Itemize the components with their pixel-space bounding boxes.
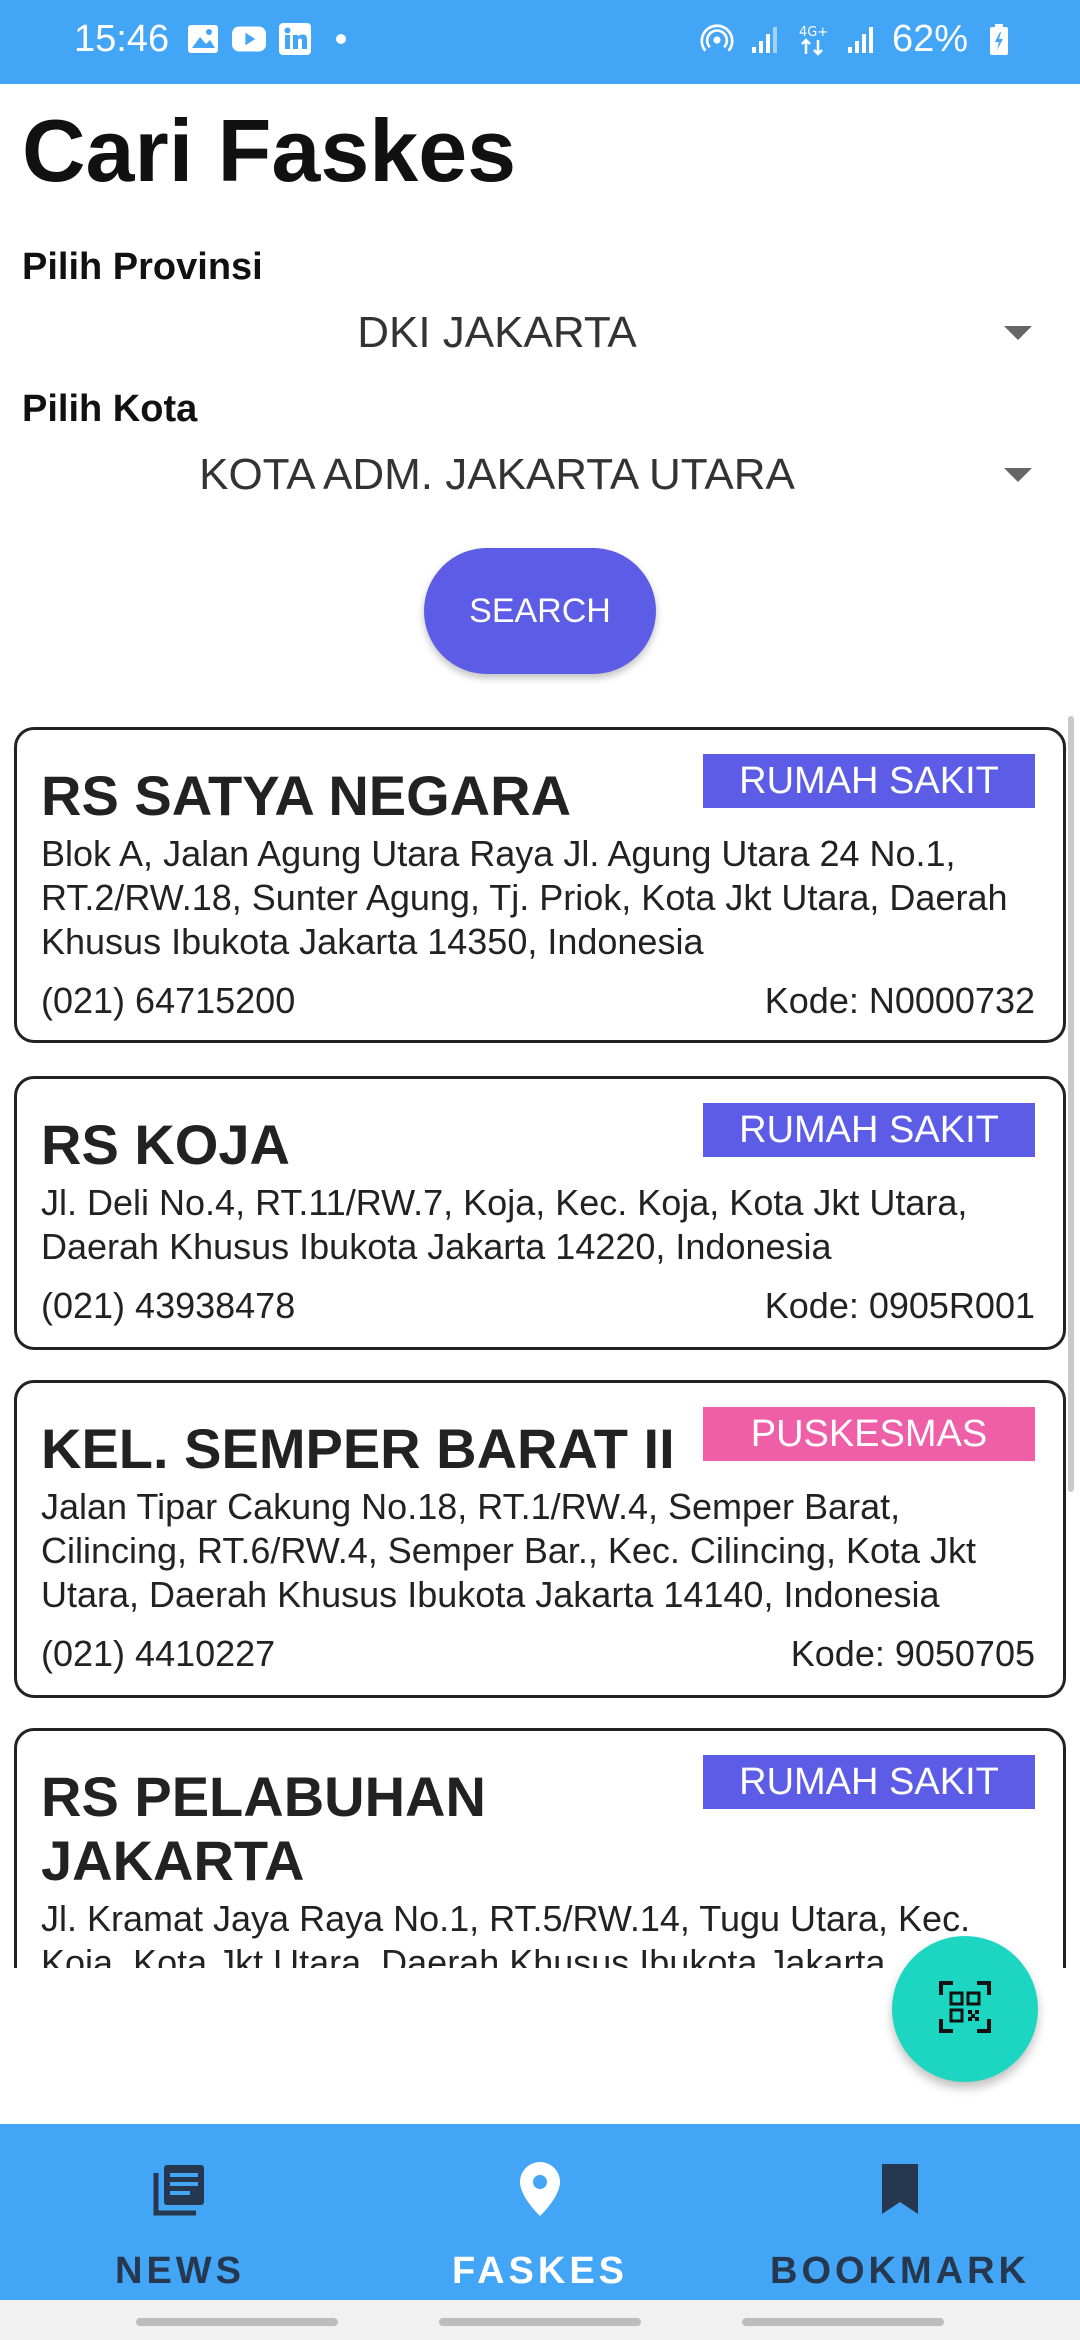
faskes-name: RS PELABUHAN JAKARTA bbox=[41, 1765, 486, 1892]
faskes-list[interactable]: RS SATYA NEGARA RUMAH SAKIT Blok A, Jala… bbox=[0, 720, 1080, 1968]
youtube-icon bbox=[232, 22, 266, 56]
chevron-down-icon bbox=[1004, 468, 1032, 482]
nav-label-news: NEWS bbox=[115, 2250, 245, 2292]
system-icons: 4G+ 62% bbox=[700, 18, 1016, 61]
faskes-code: Kode: 0905R001 bbox=[764, 1285, 1035, 1326]
faskes-phone: (021) 64715200 bbox=[41, 980, 296, 1021]
signal-icon bbox=[748, 23, 782, 57]
signal-icon-2 bbox=[844, 23, 878, 57]
faskes-card[interactable]: KEL. SEMPER BARAT II PUSKESMAS Jalan Tip… bbox=[14, 1380, 1066, 1698]
city-label: Pilih Kota bbox=[22, 388, 198, 430]
province-value: DKI JAKARTA bbox=[357, 308, 637, 357]
faskes-address: Blok A, Jalan Agung Utara Raya Jl. Agung… bbox=[41, 833, 1008, 962]
faskes-address: Jl. Deli No.4, RT.11/RW.7, Koja, Kec. Ko… bbox=[41, 1182, 968, 1267]
battery-percentage: 62% bbox=[891, 18, 968, 60]
battery-icon bbox=[982, 23, 1016, 57]
city-dropdown[interactable]: KOTA ADM. JAKARTA UTARA bbox=[22, 438, 1032, 514]
faskes-type-badge: RUMAH SAKIT bbox=[703, 754, 1035, 808]
bookmark-icon bbox=[870, 2158, 930, 2220]
status-bar: 15:46 4G+ 62% bbox=[0, 0, 1080, 84]
more-notifications-dot bbox=[336, 34, 346, 44]
province-label: Pilih Provinsi bbox=[22, 246, 263, 288]
faskes-phone: (021) 43938478 bbox=[41, 1285, 296, 1326]
svg-text:4G+: 4G+ bbox=[799, 25, 828, 40]
faskes-address: Jl. Kramat Jaya Raya No.1, RT.5/RW.14, T… bbox=[41, 1898, 971, 1968]
faskes-card[interactable]: RS PELABUHAN JAKARTA RUMAH SAKIT Jl. Kra… bbox=[14, 1728, 1066, 1968]
gesture-pill bbox=[439, 2318, 641, 2326]
city-value: KOTA ADM. JAKARTA UTARA bbox=[199, 450, 795, 499]
news-icon bbox=[150, 2158, 210, 2220]
faskes-card[interactable]: RS SATYA NEGARA RUMAH SAKIT Blok A, Jala… bbox=[14, 727, 1066, 1043]
bottom-navigation: NEWS FASKES BOOKMARK bbox=[0, 2124, 1080, 2300]
hotspot-icon bbox=[700, 23, 734, 57]
network-4g-icon: 4G+ bbox=[796, 23, 830, 57]
gesture-pill bbox=[136, 2318, 338, 2326]
nav-item-faskes[interactable]: FASKES bbox=[360, 2124, 720, 2300]
faskes-name: RS SATYA NEGARA bbox=[41, 764, 572, 827]
faskes-type-badge: RUMAH SAKIT bbox=[703, 1755, 1035, 1809]
notification-icons bbox=[186, 22, 346, 56]
faskes-code: Kode: 9050705 bbox=[790, 1633, 1035, 1674]
faskes-code: Kode: N0000732 bbox=[764, 980, 1035, 1021]
faskes-type-badge: RUMAH SAKIT bbox=[703, 1103, 1035, 1157]
gesture-bar bbox=[0, 2300, 1080, 2340]
faskes-card[interactable]: RS KOJA RUMAH SAKIT Jl. Deli No.4, RT.11… bbox=[14, 1076, 1066, 1350]
faskes-type-badge: PUSKESMAS bbox=[703, 1407, 1035, 1461]
page-title: Cari Faskes bbox=[22, 101, 517, 200]
chevron-down-icon bbox=[1004, 326, 1032, 340]
search-button[interactable]: SEARCH bbox=[424, 548, 656, 674]
faskes-name: RS KOJA bbox=[41, 1113, 290, 1176]
nav-item-bookmark[interactable]: BOOKMARK bbox=[720, 2124, 1080, 2300]
faskes-name: KEL. SEMPER BARAT II bbox=[41, 1417, 675, 1480]
gesture-pill bbox=[742, 2318, 944, 2326]
nav-label-faskes: FASKES bbox=[451, 2250, 629, 2292]
status-time: 15:46 bbox=[74, 18, 170, 60]
faskes-address: Jalan Tipar Cakung No.18, RT.1/RW.4, Sem… bbox=[41, 1486, 977, 1615]
province-dropdown[interactable]: DKI JAKARTA bbox=[22, 296, 1032, 372]
qr-scan-icon bbox=[937, 1979, 993, 2040]
location-pin-icon bbox=[510, 2158, 570, 2220]
nav-label-bookmark: BOOKMARK bbox=[770, 2250, 1030, 2292]
faskes-phone: (021) 4410227 bbox=[41, 1633, 276, 1674]
gallery-icon bbox=[186, 22, 220, 56]
nav-item-news[interactable]: NEWS bbox=[0, 2124, 360, 2300]
linkedin-icon bbox=[278, 22, 312, 56]
qr-scan-button[interactable] bbox=[892, 1936, 1038, 2082]
list-scrollbar[interactable] bbox=[1068, 716, 1074, 1492]
